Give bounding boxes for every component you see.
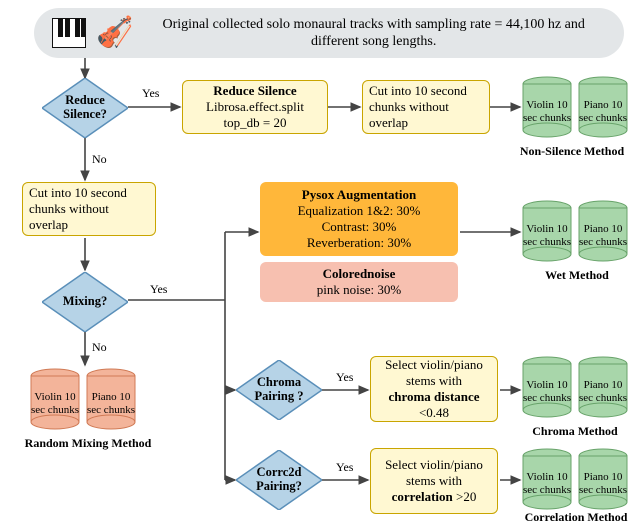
db-nonsilence-violin: Violin 10 sec chunks — [522, 76, 572, 138]
decision-chroma-label: Chroma Pairing ? — [236, 360, 322, 420]
step-cut-a-text: Cut into 10 second chunks without overla… — [369, 83, 483, 132]
db-wet-violin: Violin 10 sec chunks — [522, 200, 572, 262]
step-pysox-title: Pysox Augmentation — [302, 187, 416, 203]
db-chroma-violin: Violin 10 sec chunks — [522, 356, 572, 418]
db-random-violin: Violin 10 sec chunks — [30, 368, 80, 430]
step-corr-select-text: Select violin/piano stems with — [377, 457, 491, 490]
db-corr-piano-label: Piano 10 sec chunks — [578, 458, 628, 510]
step-colorednoise-title: Colorednoise — [323, 266, 396, 282]
step-pysox: Pysox Augmentation Equalization 1&2: 30%… — [260, 182, 458, 256]
db-nonsilence-violin-label: Violin 10 sec chunks — [522, 86, 572, 138]
db-wet-violin-label: Violin 10 sec chunks — [522, 210, 572, 262]
edge-label-mixing-yes: Yes — [150, 282, 167, 297]
step-reduce-silence: Reduce Silence Librosa.effect.split top_… — [182, 80, 328, 134]
edge-label-mixing-no: No — [92, 340, 107, 355]
flowchart-canvas: 🎻 Original collected solo monaural track… — [0, 0, 640, 519]
step-corr-select-bold: correlation — [392, 489, 453, 504]
step-chroma-select-tail: <0.48 — [419, 405, 449, 420]
decision-mixing-label: Mixing? — [42, 272, 128, 332]
edge-label-no: No — [92, 152, 107, 167]
step-reduce-silence-line2: top_db = 20 — [224, 115, 287, 131]
db-nonsilence-piano: Piano 10 sec chunks — [578, 76, 628, 138]
edge-label-chroma-yes: Yes — [336, 370, 353, 385]
edge-label-corr-yes: Yes — [336, 460, 353, 475]
header-pill: 🎻 Original collected solo monaural track… — [34, 8, 624, 58]
step-colorednoise: Colorednoise pink noise: 30% — [260, 262, 458, 302]
db-nonsilence-piano-label: Piano 10 sec chunks — [578, 86, 628, 138]
step-reduce-silence-line1: Librosa.effect.split — [206, 99, 304, 115]
step-corr-select-tail: >20 — [453, 489, 477, 504]
method-random: Random Mixing Method — [8, 436, 168, 451]
db-corr-violin-label: Violin 10 sec chunks — [522, 458, 572, 510]
db-chroma-violin-label: Violin 10 sec chunks — [522, 366, 572, 418]
decision-corr2d-label: Corrc2d Pairing? — [236, 450, 322, 510]
method-corr: Correlation Method — [516, 510, 636, 525]
method-nonsilence: Non-Silence Method — [512, 144, 632, 159]
method-chroma: Chroma Method — [520, 424, 630, 439]
decision-mixing: Mixing? — [42, 272, 128, 332]
db-random-violin-label: Violin 10 sec chunks — [30, 378, 80, 430]
db-corr-piano: Piano 10 sec chunks — [578, 448, 628, 510]
step-pysox-line3: Reverberation: 30% — [307, 235, 411, 251]
step-pysox-line2: Contrast: 30% — [322, 219, 397, 235]
step-cut-b: Cut into 10 second chunks without overla… — [22, 182, 156, 236]
decision-corr2d: Corrc2d Pairing? — [236, 450, 322, 510]
db-corr-violin: Violin 10 sec chunks — [522, 448, 572, 510]
violin-icon: 🎻 — [96, 18, 133, 48]
db-chroma-piano: Piano 10 sec chunks — [578, 356, 628, 418]
step-pysox-line1: Equalization 1&2: 30% — [298, 203, 421, 219]
edge-label-yes: Yes — [142, 86, 159, 101]
step-colorednoise-line: pink noise: 30% — [317, 282, 402, 298]
db-wet-piano-label: Piano 10 sec chunks — [578, 210, 628, 262]
db-random-piano-label: Piano 10 sec chunks — [86, 378, 136, 430]
method-wet: Wet Method — [532, 268, 622, 283]
step-cut-a: Cut into 10 second chunks without overla… — [362, 80, 490, 134]
step-chroma-select-text: Select violin/piano stems with — [377, 357, 491, 390]
piano-icon — [52, 18, 86, 48]
db-wet-piano: Piano 10 sec chunks — [578, 200, 628, 262]
decision-chroma: Chroma Pairing ? — [236, 360, 322, 420]
step-chroma-select: Select violin/piano stems with chroma di… — [370, 356, 498, 422]
step-reduce-silence-title: Reduce Silence — [213, 83, 296, 99]
step-chroma-select-bold: chroma distance — [388, 389, 479, 404]
step-corr-select: Select violin/piano stems with correlati… — [370, 448, 498, 514]
decision-reduce-silence-label: Reduce Silence? — [42, 78, 128, 138]
step-cut-b-text: Cut into 10 second chunks without overla… — [29, 185, 149, 234]
header-text: Original collected solo monaural tracks … — [141, 16, 606, 51]
db-chroma-piano-label: Piano 10 sec chunks — [578, 366, 628, 418]
decision-reduce-silence: Reduce Silence? — [42, 78, 128, 138]
db-random-piano: Piano 10 sec chunks — [86, 368, 136, 430]
